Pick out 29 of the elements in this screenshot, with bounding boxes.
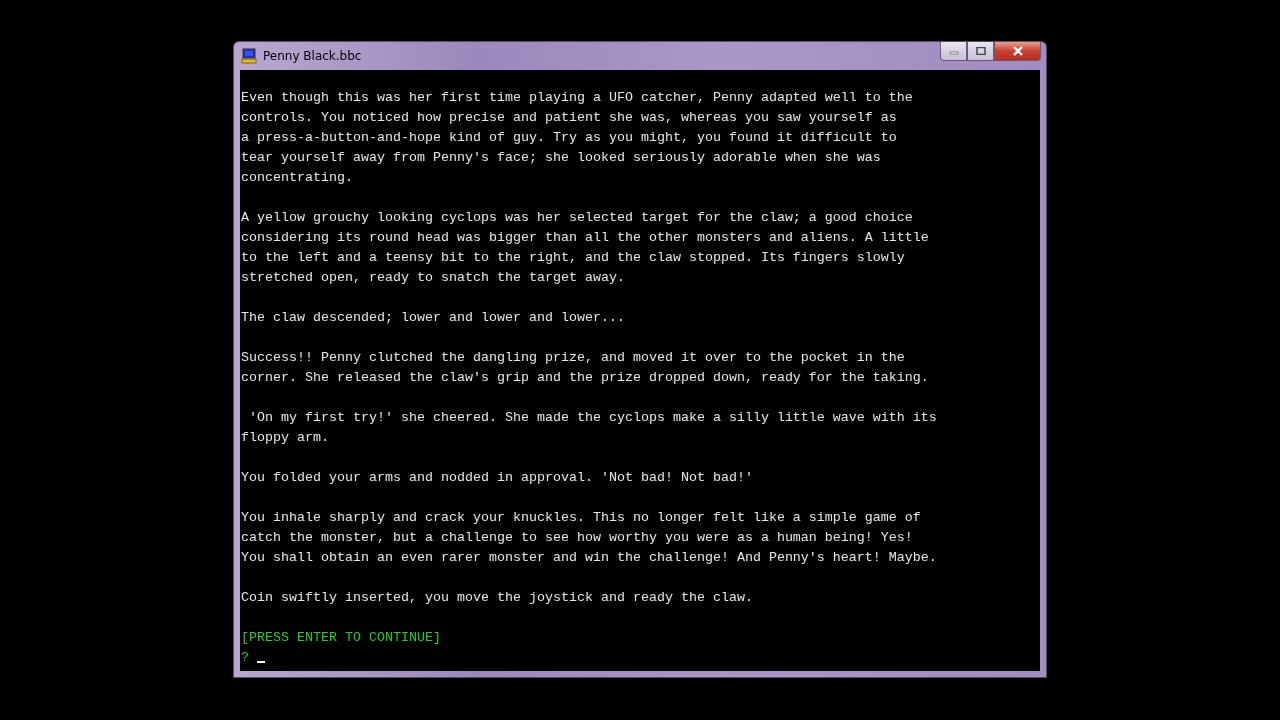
maximize-icon xyxy=(975,47,986,55)
story-text-line: a press-a-button-and-hope kind of guy. Try as you might, you found it difficult to xyxy=(241,130,897,145)
story-text-line: stretched open, ready to snatch the target away. xyxy=(241,270,625,285)
window-title: Penny Black.bbc xyxy=(263,49,362,63)
story-text-line: 'On my first try!' she cheered. She made the cyclops make a silly little wave with its xyxy=(248,410,937,425)
input-prompt: ? xyxy=(241,650,249,665)
text-cursor xyxy=(257,661,265,663)
continue-prompt: [PRESS ENTER TO CONTINUE] xyxy=(241,630,441,645)
story-text-line: corner. She released the claw's grip and the prize dropped down, ready for the taking. xyxy=(241,370,929,385)
minimize-button[interactable] xyxy=(940,42,967,61)
story-text-line: tear yourself away from Penny's face; she looked seriously adorable when she was xyxy=(241,150,881,165)
story-text-line: You shall obtain an even rarer monster and win the challenge! And Penny's heart! Maybe. xyxy=(241,550,937,565)
story-text-line: You inhale sharply and crack your knuckles. This no longer felt like a simple game of xyxy=(241,510,921,525)
close-button[interactable] xyxy=(994,42,1041,61)
story-text-line: concentrating. xyxy=(241,170,353,185)
story-text-line: The claw descended; lower and lower and lower... xyxy=(241,310,625,325)
maximize-button[interactable] xyxy=(967,42,994,61)
story-text-line: Coin swiftly inserted, you move the joystick and ready the claw. xyxy=(241,590,753,605)
story-text-line: Even though this was her first time playing a UFO catcher, Penny adapted well to the xyxy=(241,90,913,105)
close-icon xyxy=(1011,46,1024,56)
story-text-line: Success!! Penny clutched the dangling prize, and moved it over to the pocket in the xyxy=(241,350,905,365)
story-text-line: controls. You noticed how precise and patient she was, whereas you saw yourself as xyxy=(241,110,897,125)
story-text-line: considering its round head was bigger than all the other monsters and aliens. A little xyxy=(241,230,929,245)
story-text-line: You folded your arms and nodded in approval. 'Not bad! Not bad!' xyxy=(241,470,753,485)
story-text-line: A yellow grouchy looking cyclops was her selected target for the claw; a good choice xyxy=(241,210,913,225)
story-text-line: to the left and a teensy bit to the right, and the claw stopped. Its fingers slowly xyxy=(241,250,905,265)
story-text-line: catch the monster, but a challenge to see how worthy you were as a human being! Yes! xyxy=(241,530,913,545)
story-text-line: floppy arm. xyxy=(241,430,329,445)
computer-icon xyxy=(241,48,257,64)
